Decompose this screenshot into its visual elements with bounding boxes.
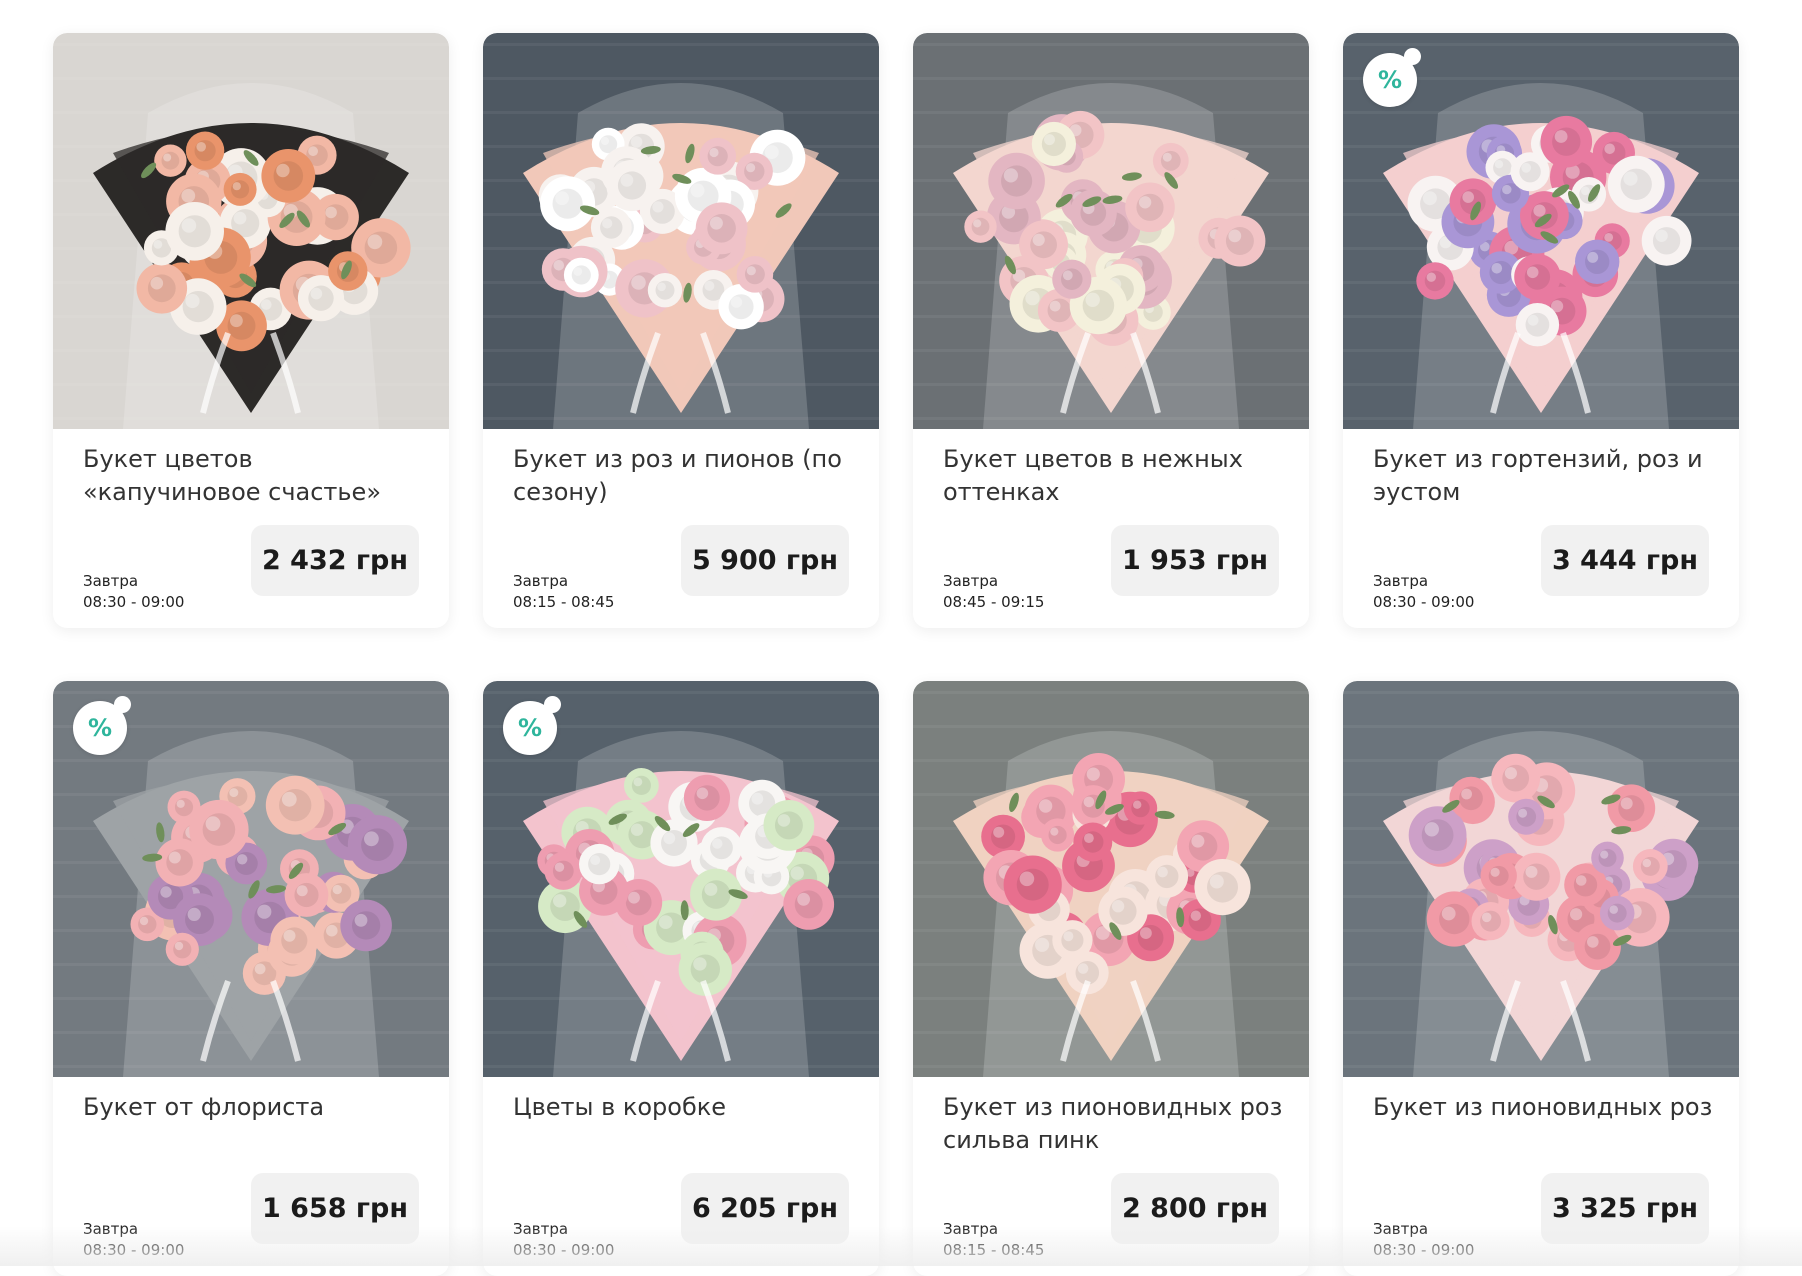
delivery-info: Завтра 08:45 - 09:15 bbox=[943, 571, 1044, 613]
delivery-time: 08:30 - 09:00 bbox=[1373, 592, 1474, 613]
delivery-time: 08:30 - 09:00 bbox=[83, 592, 184, 613]
price-button[interactable]: 1 658 грн bbox=[251, 1173, 419, 1244]
product-name[interactable]: Цветы в коробке bbox=[513, 1091, 853, 1124]
product-photo[interactable] bbox=[913, 33, 1309, 429]
product-card[interactable]: Букет цветов «капучиновое счастье» Завтр… bbox=[53, 33, 449, 628]
product-name[interactable]: Букет из пионовидных роз bbox=[1373, 1091, 1713, 1124]
bouquet-image bbox=[1343, 681, 1739, 1077]
delivery-info: Завтра 08:30 - 09:00 bbox=[1373, 1219, 1474, 1261]
delivery-time: 08:15 - 08:45 bbox=[943, 1240, 1044, 1261]
delivery-day: Завтра bbox=[83, 571, 184, 592]
delivery-time: 08:30 - 09:00 bbox=[513, 1240, 614, 1261]
delivery-time: 08:45 - 09:15 bbox=[943, 592, 1044, 613]
product-photo[interactable] bbox=[1343, 681, 1739, 1077]
delivery-day: Завтра bbox=[943, 571, 1044, 592]
delivery-info: Завтра 08:30 - 09:00 bbox=[83, 1219, 184, 1261]
delivery-day: Завтра bbox=[1373, 1219, 1474, 1240]
discount-badge-icon: % bbox=[73, 701, 127, 755]
price-button[interactable]: 5 900 грн bbox=[681, 525, 849, 596]
product-name[interactable]: Букет от флориста bbox=[83, 1091, 423, 1124]
price-button[interactable]: 3 444 грн bbox=[1541, 525, 1709, 596]
bouquet-image bbox=[53, 33, 449, 429]
bouquet-image bbox=[913, 681, 1309, 1077]
price-button[interactable]: 3 325 грн bbox=[1541, 1173, 1709, 1244]
product-grid: Букет цветов «капучиновое счастье» Завтр… bbox=[53, 33, 1739, 1276]
product-name[interactable]: Букет цветов в нежных оттенках bbox=[943, 443, 1283, 509]
delivery-time: 08:30 - 09:00 bbox=[1373, 1240, 1474, 1261]
price-button[interactable]: 2 432 грн bbox=[251, 525, 419, 596]
price-button[interactable]: 2 800 грн bbox=[1111, 1173, 1279, 1244]
delivery-day: Завтра bbox=[943, 1219, 1044, 1240]
product-photo[interactable] bbox=[53, 33, 449, 429]
delivery-time: 08:15 - 08:45 bbox=[513, 592, 614, 613]
product-card[interactable]: Букет цветов в нежных оттенках Завтра 08… bbox=[913, 33, 1309, 628]
delivery-info: Завтра 08:30 - 09:00 bbox=[1373, 571, 1474, 613]
product-card[interactable]: Букет из пионовидных роз Завтра 08:30 - … bbox=[1343, 681, 1739, 1276]
product-card[interactable]: % Букет от флориста Завтра 08:30 - 09:00… bbox=[53, 681, 449, 1276]
delivery-info: Завтра 08:30 - 09:00 bbox=[83, 571, 184, 613]
delivery-info: Завтра 08:15 - 08:45 bbox=[513, 571, 614, 613]
delivery-info: Завтра 08:15 - 08:45 bbox=[943, 1219, 1044, 1261]
product-name[interactable]: Букет из роз и пионов (по сезону) bbox=[513, 443, 853, 509]
bouquet-image bbox=[483, 33, 879, 429]
product-name[interactable]: Букет из пионовидных роз сильва пинк bbox=[943, 1091, 1283, 1157]
product-name[interactable]: Букет из гортензий, роз и эустом bbox=[1373, 443, 1713, 509]
delivery-time: 08:30 - 09:00 bbox=[83, 1240, 184, 1261]
product-card[interactable]: Букет из роз и пионов (по сезону) Завтра… bbox=[483, 33, 879, 628]
delivery-day: Завтра bbox=[1373, 571, 1474, 592]
discount-badge-icon: % bbox=[1363, 53, 1417, 107]
delivery-day: Завтра bbox=[513, 571, 614, 592]
product-card[interactable]: Букет из пионовидных роз сильва пинк Зав… bbox=[913, 681, 1309, 1276]
product-card[interactable]: % Букет из гортензий, роз и эустом Завтр… bbox=[1343, 33, 1739, 628]
bouquet-image bbox=[913, 33, 1309, 429]
product-card[interactable]: % Цветы в коробке Завтра 08:30 - 09:00 6… bbox=[483, 681, 879, 1276]
product-name[interactable]: Букет цветов «капучиновое счастье» bbox=[83, 443, 423, 509]
price-button[interactable]: 6 205 грн bbox=[681, 1173, 849, 1244]
delivery-day: Завтра bbox=[83, 1219, 184, 1240]
delivery-info: Завтра 08:30 - 09:00 bbox=[513, 1219, 614, 1261]
delivery-day: Завтра bbox=[513, 1219, 614, 1240]
product-photo[interactable] bbox=[483, 33, 879, 429]
price-button[interactable]: 1 953 грн bbox=[1111, 525, 1279, 596]
product-photo[interactable] bbox=[913, 681, 1309, 1077]
discount-badge-icon: % bbox=[503, 701, 557, 755]
